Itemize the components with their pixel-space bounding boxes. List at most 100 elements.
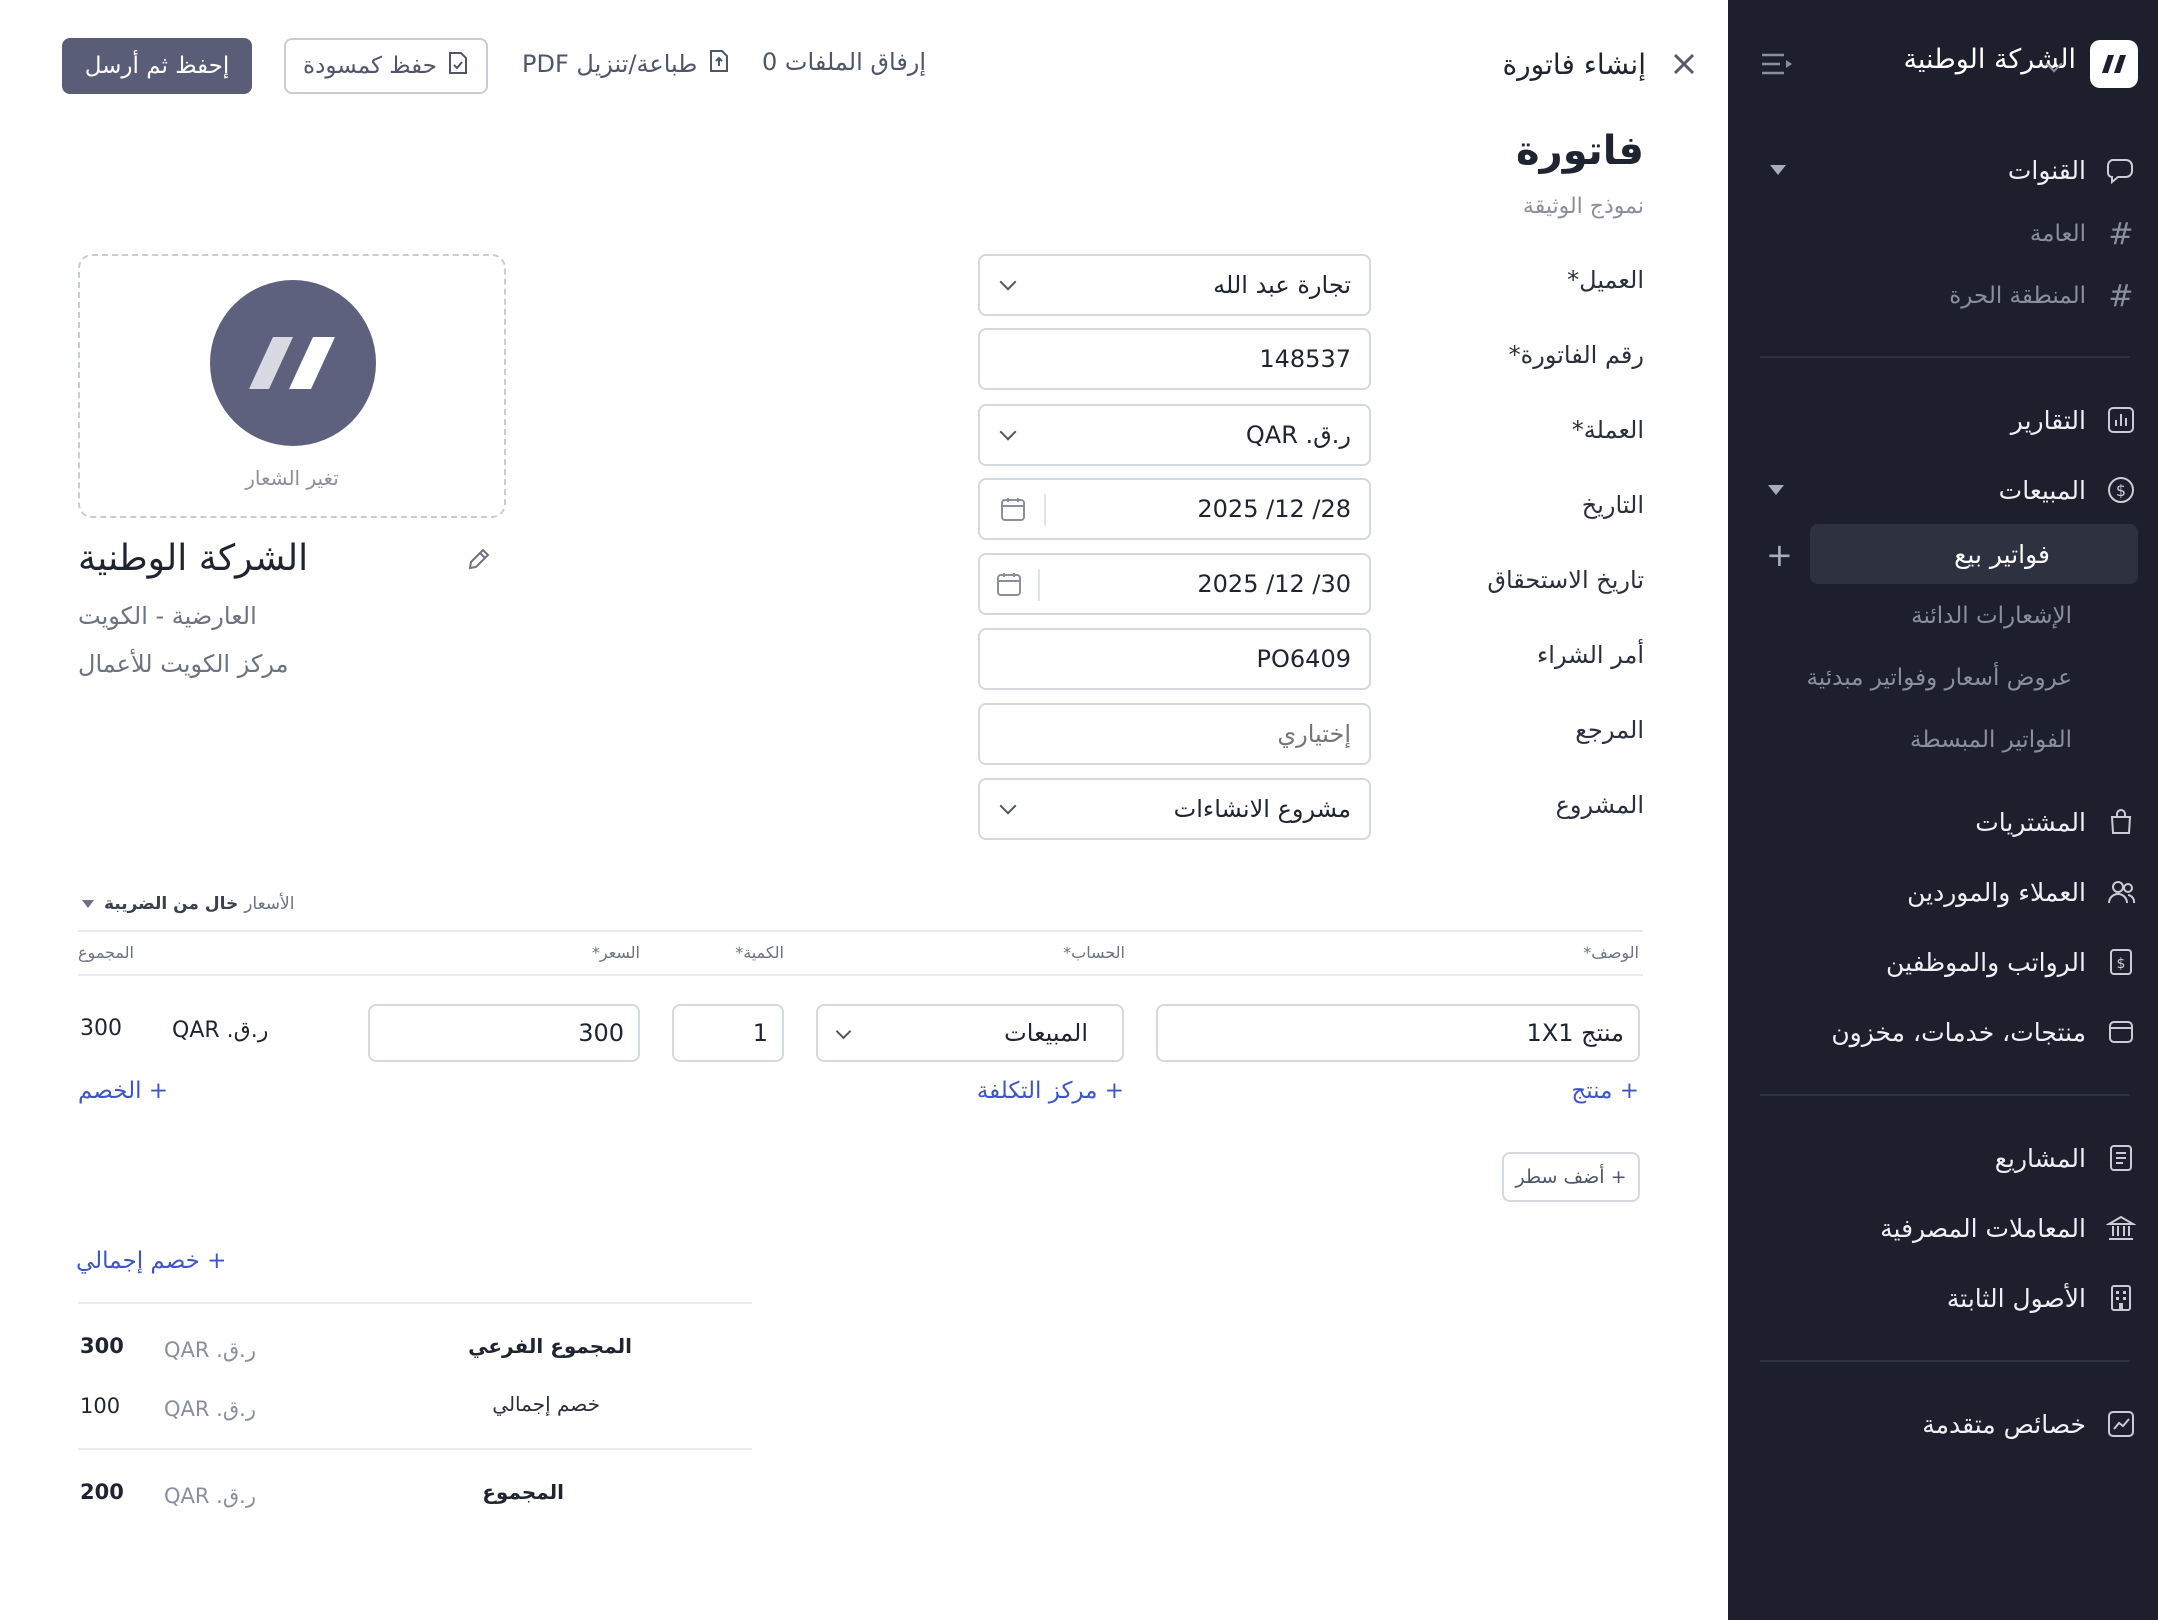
sidebar-item-channels[interactable]: القنوات (2008, 142, 2138, 198)
dollar-circle-icon: $ (2104, 473, 2138, 507)
col-header-price: السعر* (591, 943, 640, 962)
account-select[interactable]: المبيعات (816, 1004, 1124, 1062)
project-value: مشروع الانشاءات (1173, 795, 1351, 823)
close-icon[interactable] (1670, 50, 1698, 78)
sidebar-item-sales-invoices[interactable]: فواتير بيع (1810, 524, 2138, 584)
subtotal-value: 300 (80, 1334, 124, 1358)
add-sales-invoice-icon[interactable]: + (1766, 536, 1793, 574)
invoice-number-field[interactable]: 148537 (978, 328, 1371, 390)
sidebar-item-channel-general[interactable]: # العامة (2030, 212, 2138, 256)
col-header-quantity: الكمية* (735, 943, 784, 962)
reference-input[interactable] (978, 703, 1371, 765)
price-value: 300 (578, 1019, 624, 1047)
customer-select[interactable]: تجارة عبد الله (978, 254, 1371, 316)
save-send-button[interactable]: إحفظ ثم أرسل (62, 38, 252, 94)
col-header-description: الوصف* (1583, 943, 1639, 962)
sidebar-item-label: المنطقة الحرة (1949, 283, 2086, 309)
calendar-icon[interactable] (996, 571, 1022, 597)
sidebar-item-channel-freezone[interactable]: # المنطقة الحرة (1949, 274, 2138, 318)
add-product-link[interactable]: + منتج (1571, 1078, 1639, 1104)
svg-text:$: $ (2116, 481, 2126, 500)
chevron-down-icon (999, 423, 1017, 441)
sidebar-item-label: المشاريع (1994, 1143, 2086, 1173)
currency-select[interactable]: ر.ق. QAR (978, 404, 1371, 466)
hash-icon: # (2108, 216, 2134, 252)
row-total: 300 (80, 1016, 122, 1041)
hash-icon: # (2108, 278, 2134, 314)
sidebar-item-projects[interactable]: المشاريع (1995, 1130, 2138, 1186)
divider (78, 1302, 752, 1304)
collapse-sidebar-icon[interactable] (1760, 52, 1794, 76)
account-value: المبيعات (1004, 1019, 1088, 1047)
overall-discount-value: 100 (80, 1394, 121, 1418)
logo-upload-box[interactable]: تغير الشعار (78, 254, 506, 518)
project-select[interactable]: مشروع الانشاءات (978, 778, 1371, 840)
add-line-button[interactable]: + أضف سطر (1502, 1152, 1640, 1202)
edit-company-icon[interactable] (466, 546, 492, 572)
po-value: PO6409 (1256, 645, 1351, 673)
chat-icon (2104, 153, 2138, 187)
save-draft-label: حفظ كمسودة (303, 53, 437, 79)
logo-mark-icon (2102, 55, 2126, 73)
company-logo-image (210, 280, 376, 446)
sidebar-item-payroll[interactable]: $ الرواتب والموظفين (1886, 934, 2138, 990)
row-currency: ر.ق. QAR (172, 1018, 269, 1043)
tax-mode-selector[interactable]: الأسعار خال من الضريبة (82, 894, 294, 914)
print-pdf-label: طباعة/تنزيل PDF (522, 50, 698, 78)
description-input[interactable]: منتج 1X1 (1156, 1004, 1640, 1062)
company-name: الشركة الوطنية (78, 538, 309, 579)
sidebar-item-label: الرواتب والموظفين (1886, 947, 2086, 977)
svg-text:$: $ (2117, 956, 2126, 972)
col-header-account: الحساب* (1063, 943, 1125, 962)
company-logo[interactable] (2090, 40, 2138, 88)
invoice-number-label: رقم الفاتورة* (1508, 341, 1644, 369)
total-currency: ر.ق. QAR (164, 1484, 256, 1508)
customer-label: العميل* (1567, 266, 1644, 294)
currency-value: ر.ق. QAR (1245, 421, 1351, 449)
payroll-icon: $ (2104, 945, 2138, 979)
add-overall-discount-link[interactable]: + خصم إجمالي (76, 1248, 226, 1274)
sidebar-item-label: الإشعارات الدائنة (1911, 603, 2072, 629)
add-discount-link[interactable]: + الخصم (78, 1078, 168, 1104)
divider (1760, 356, 2130, 358)
sidebar-item-simple-invoices[interactable]: الفواتير المبسطة (1910, 718, 2072, 762)
description-value: منتج 1X1 (1526, 1019, 1624, 1047)
sidebar-item-products[interactable]: منتجات، خدمات، مخزون (1831, 1004, 2138, 1060)
attach-files-button[interactable]: إرفاق الملفات 0 (762, 48, 926, 76)
sidebar-item-credit-notes[interactable]: الإشعارات الدائنة (1911, 594, 2072, 638)
price-input[interactable]: 300 (368, 1004, 640, 1062)
trend-icon (2104, 1407, 2138, 1441)
collapse-sales-icon[interactable] (1768, 485, 1784, 495)
due-date-field[interactable]: 30/ 12/ 2025 (978, 553, 1371, 615)
sidebar-item-sales[interactable]: $ المبيعات (1999, 462, 2138, 518)
divider (1760, 1360, 2130, 1362)
sidebar-item-fixed-assets[interactable]: الأصول الثابتة (1947, 1270, 2138, 1326)
quantity-input[interactable]: 1 (672, 1004, 784, 1062)
save-draft-button[interactable]: حفظ كمسودة (284, 38, 488, 94)
sidebar-item-customers-suppliers[interactable]: العملاء والموردين (1907, 864, 2138, 920)
sidebar-item-reports[interactable]: التقارير (2011, 392, 2138, 448)
sidebar-item-purchases[interactable]: المشتريات (1975, 794, 2138, 850)
print-pdf-button[interactable]: طباعة/تنزيل PDF (522, 48, 731, 80)
po-label: أمر الشراء (1537, 641, 1644, 669)
sidebar-item-label: الأصول الثابتة (1946, 1283, 2086, 1313)
project-label: المشروع (1555, 791, 1644, 819)
add-cost-center-link[interactable]: + مركز التكلفة (977, 1078, 1124, 1104)
overall-discount-currency: ر.ق. QAR (164, 1397, 256, 1421)
sidebar-item-label: منتجات، خدمات، مخزون (1831, 1017, 2086, 1047)
sidebar-item-label: عروض أسعار وفواتير مبدئية (1806, 665, 2072, 691)
sidebar-item-label: القنوات (2007, 155, 2086, 185)
po-field[interactable]: PO6409 (978, 628, 1371, 690)
divider (78, 930, 1643, 932)
sidebar-item-quotes[interactable]: عروض أسعار وفواتير مبدئية (1806, 656, 2072, 700)
collapse-channels-icon[interactable] (1770, 165, 1786, 175)
sidebar-item-label: التقارير (2010, 405, 2086, 435)
logo-mark-icon (249, 337, 335, 389)
date-field[interactable]: 28/ 12/ 2025 (978, 478, 1371, 540)
date-value: 28/ 12/ 2025 (1197, 495, 1351, 523)
sidebar-item-banking[interactable]: المعاملات المصرفية (1880, 1200, 2138, 1256)
total-label: المجموع (482, 1480, 564, 1504)
sidebar-item-advanced[interactable]: خصائص متقدمة (1922, 1396, 2138, 1452)
calendar-icon[interactable] (1000, 496, 1026, 522)
date-label: التاريخ (1581, 491, 1644, 519)
